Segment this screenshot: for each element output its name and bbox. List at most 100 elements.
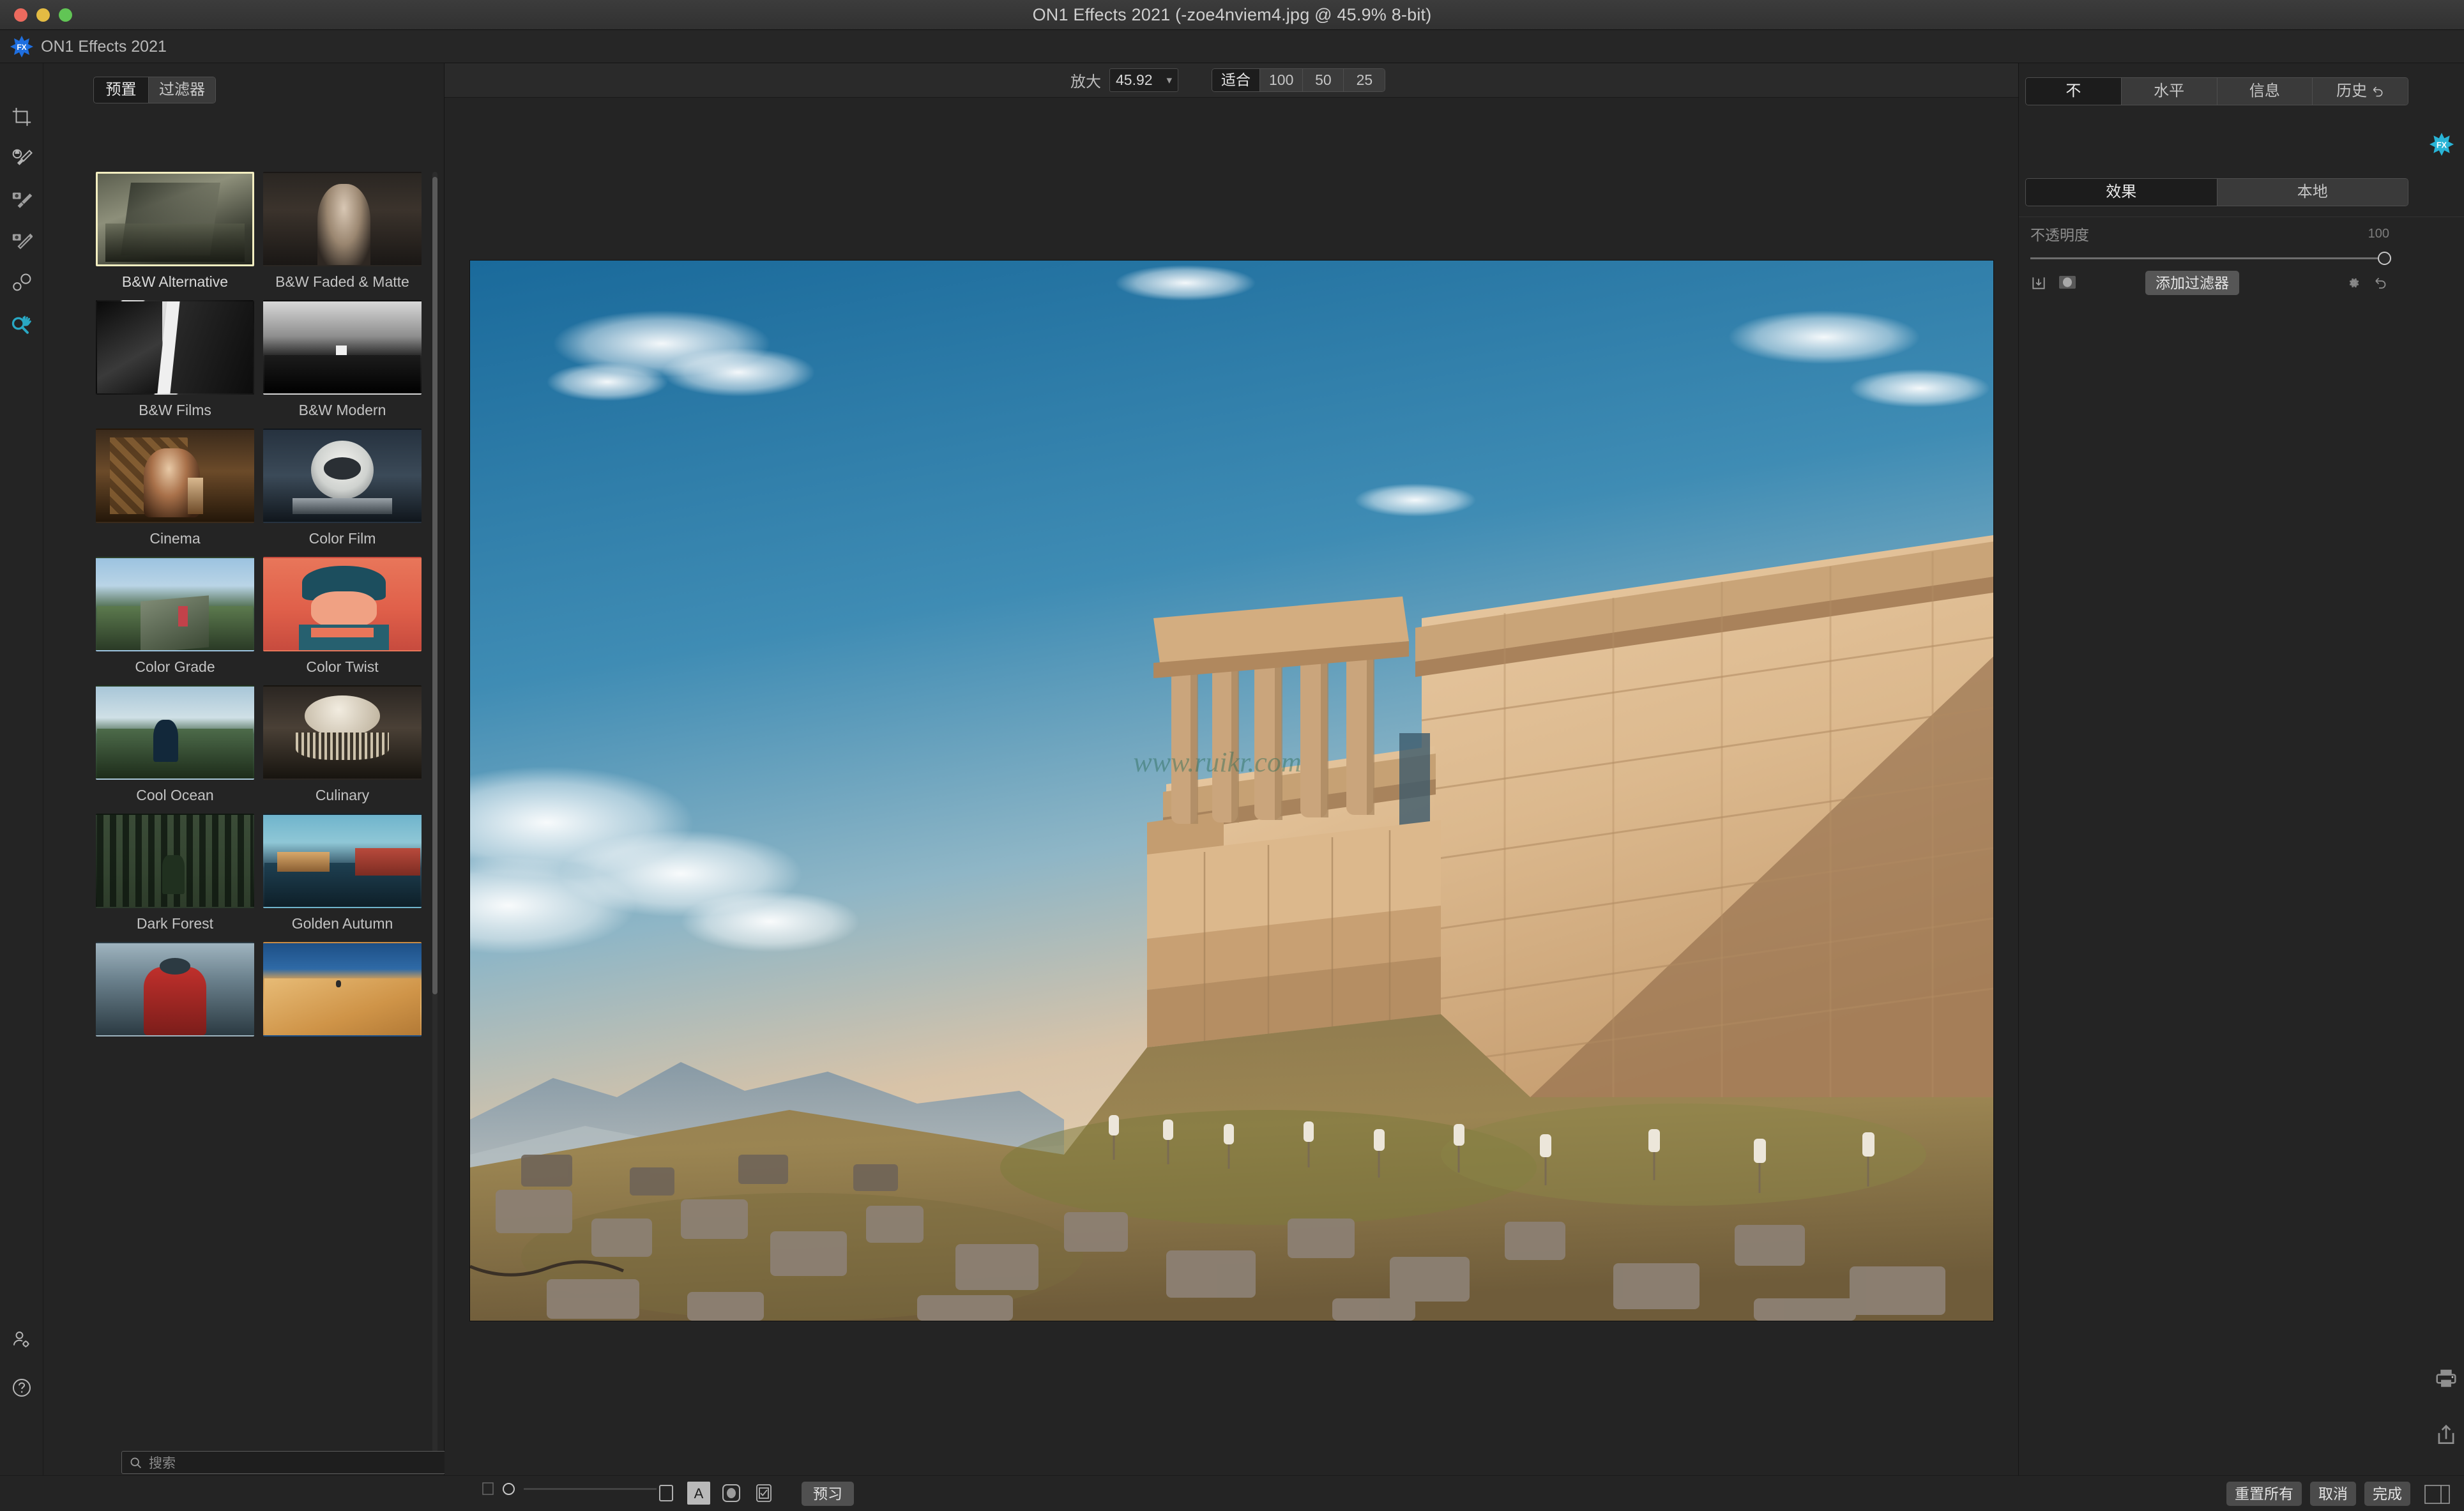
zoom-select[interactable]: 45.92 ▾	[1109, 68, 1178, 92]
canvas-area[interactable]: www.ruikr.com	[445, 98, 2018, 1477]
tab-local[interactable]: 本地	[2217, 179, 2408, 206]
add-filter-button[interactable]: 添加过滤器	[2145, 271, 2239, 295]
fit-button[interactable]: 适合	[1212, 69, 1260, 91]
tab-info-label: 信息	[2249, 82, 2280, 100]
masking-brush-tool-icon[interactable]	[6, 185, 37, 215]
soft-proof-icon[interactable]	[720, 1482, 743, 1505]
preset-label: Color Grade	[135, 658, 215, 675]
tab-history[interactable]: 历史	[2313, 78, 2408, 105]
tool-rail	[0, 63, 68, 1511]
preview-button[interactable]: 预习	[802, 1482, 854, 1506]
filmstrip-icon[interactable]	[482, 1482, 494, 1495]
preset-thumbnail[interactable]	[96, 300, 254, 395]
share-export-icon[interactable]	[2433, 1423, 2459, 1447]
opacity-slider[interactable]	[2030, 252, 2391, 266]
reset-undo-icon[interactable]	[2373, 275, 2388, 291]
preset-item[interactable]: B&W Alternative	[96, 172, 254, 291]
presets-filters-tabs[interactable]: 预置 过滤器	[93, 77, 216, 103]
effects-local-tabs[interactable]: 效果 本地	[2025, 178, 2408, 206]
preset-item[interactable]: B&W Films	[96, 300, 254, 420]
reset-all-button[interactable]: 重置所有	[2226, 1482, 2302, 1506]
tab-info[interactable]: 信息	[2217, 78, 2313, 105]
fit-zoom-segmented-control[interactable]: 适合 100 50 25	[1212, 68, 1386, 92]
preset-thumbnail[interactable]	[263, 172, 422, 266]
preset-item[interactable]: Color Twist	[263, 557, 422, 676]
tab-presets[interactable]: 预置	[94, 77, 149, 103]
zoom-100-button[interactable]: 100	[1260, 69, 1304, 91]
preset-thumbnail[interactable]	[96, 172, 254, 266]
tab-effects[interactable]: 效果	[2026, 179, 2217, 206]
preset-thumbnail[interactable]	[263, 942, 422, 1036]
preset-item[interactable]	[96, 942, 254, 1061]
preset-item[interactable]: Dark Forest	[96, 814, 254, 933]
right-panel-tabs[interactable]: 不 水平 信息 历史	[2025, 77, 2408, 105]
view-toggle-tools: A	[655, 1482, 775, 1505]
thumbnail-size-slider-track[interactable]	[524, 1487, 657, 1490]
preset-label: B&W Modern	[298, 402, 386, 418]
mask-thumbnail-icon[interactable]	[2058, 275, 2076, 290]
preset-thumbnail[interactable]	[263, 685, 422, 780]
chevron-down-icon: ▾	[1166, 73, 1172, 86]
tab-none[interactable]: 不	[2026, 78, 2122, 105]
checkbox-compare-icon[interactable]	[752, 1482, 775, 1505]
tab-history-label: 历史	[2336, 82, 2368, 100]
preset-thumbnail[interactable]	[263, 557, 422, 651]
search-input[interactable]: 搜索	[121, 1451, 447, 1474]
preset-item[interactable]: Cool Ocean	[96, 685, 254, 805]
preset-thumbnail[interactable]	[96, 429, 254, 523]
thumbnail-size-slider-knob[interactable]	[503, 1482, 515, 1495]
user-settings-icon[interactable]	[6, 1325, 37, 1355]
preset-item[interactable]: Golden Autumn	[263, 814, 422, 933]
crop-tool-icon[interactable]	[6, 102, 37, 132]
preset-thumbnail[interactable]	[263, 429, 422, 523]
preset-thumbnail[interactable]	[96, 685, 254, 780]
fx-starburst-icon: FX	[2430, 132, 2454, 156]
app-name-label: ON1 Effects 2021	[41, 38, 167, 56]
tab-none-label: 不	[2065, 82, 2081, 100]
zoom-50-button[interactable]: 50	[1303, 69, 1344, 91]
preset-item[interactable]: Cinema	[96, 429, 254, 548]
help-icon[interactable]	[6, 1372, 37, 1403]
preset-item[interactable]: B&W Faded & Matte	[263, 172, 422, 291]
preset-label	[263, 1042, 422, 1061]
opacity-slider-knob[interactable]	[2378, 252, 2391, 265]
panel-divider	[2019, 216, 2464, 217]
gear-icon[interactable]	[2346, 275, 2361, 291]
preset-label	[96, 1042, 254, 1061]
preset-label: Color Twist	[306, 658, 379, 675]
zoom-pan-tool-icon[interactable]	[6, 309, 37, 340]
print-icon[interactable]	[2433, 1367, 2459, 1391]
adjustable-gradient-tool-icon[interactable]	[6, 226, 37, 257]
preset-thumbnail[interactable]	[96, 557, 254, 651]
chisel-blur-tool-icon[interactable]	[6, 268, 37, 298]
tab-filters[interactable]: 过滤器	[149, 77, 215, 103]
text-overlay-icon[interactable]: A	[687, 1482, 710, 1505]
preset-item[interactable]	[263, 942, 422, 1061]
preset-item[interactable]: Color Film	[263, 429, 422, 548]
show-mask-icon[interactable]	[655, 1482, 678, 1505]
svg-text:www.ruikr.com: www.ruikr.com	[1133, 747, 1301, 778]
preset-thumbnail[interactable]	[263, 814, 422, 908]
acropolis-erechtheion-photo: www.ruikr.com	[470, 261, 1993, 1321]
perfect-brush-tool-icon[interactable]	[6, 143, 37, 174]
preset-thumbnail[interactable]	[96, 814, 254, 908]
undo-arrow-icon	[2371, 85, 2384, 98]
app-bar: FX ON1 Effects 2021	[0, 30, 2464, 63]
preset-item[interactable]: B&W Modern	[263, 300, 422, 420]
preset-label: Color Film	[308, 530, 376, 547]
split-view-icon[interactable]	[2424, 1485, 2450, 1504]
save-preset-icon[interactable]	[2030, 275, 2047, 291]
tab-level[interactable]: 水平	[2121, 78, 2217, 105]
search-placeholder: 搜索	[149, 1456, 176, 1471]
preset-item[interactable]: Color Grade	[96, 557, 254, 676]
zoom-25-button[interactable]: 25	[1344, 69, 1385, 91]
presets-scrollbar-thumb[interactable]	[432, 177, 437, 994]
cancel-button[interactable]: 取消	[2310, 1482, 2356, 1506]
preset-label: B&W Faded & Matte	[275, 273, 409, 290]
done-button[interactable]: 完成	[2364, 1482, 2410, 1506]
preset-thumbnail[interactable]	[263, 300, 422, 395]
preset-item[interactable]: Culinary	[263, 685, 422, 805]
preset-thumbnail[interactable]	[96, 942, 254, 1036]
photo-preview[interactable]: www.ruikr.com	[470, 261, 1993, 1321]
opacity-label: 不透明度	[2030, 227, 2089, 243]
